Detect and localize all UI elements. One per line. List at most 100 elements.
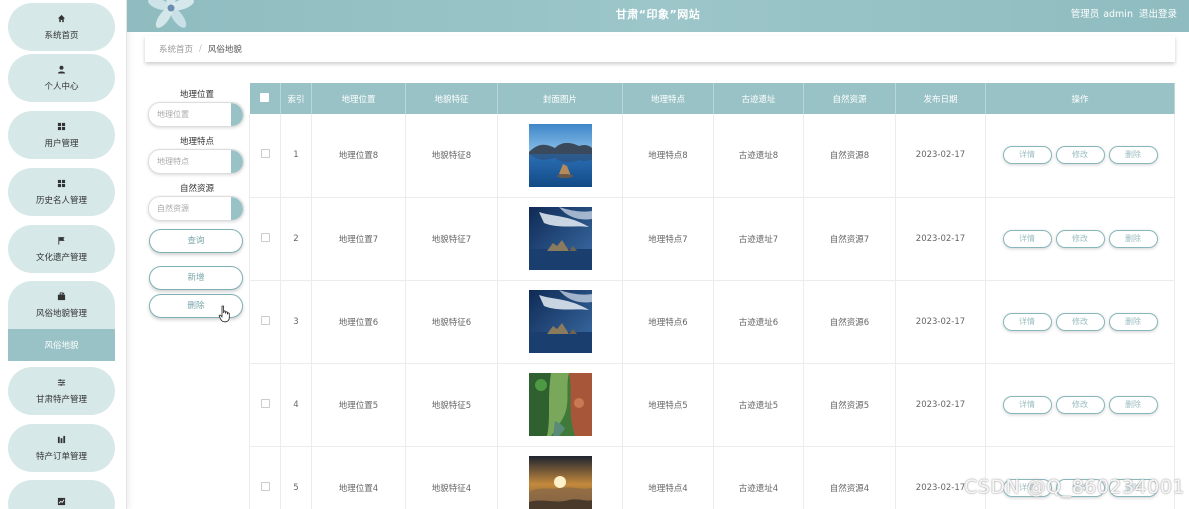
column-header: 古迹遗址: [713, 83, 804, 114]
select-all-checkbox[interactable]: [260, 92, 270, 102]
feature-cell: 地理特点5: [622, 363, 714, 447]
breadcrumb: 系统首页 / 风俗地貌: [145, 36, 1175, 62]
detail-button[interactable]: 详情: [1002, 229, 1052, 248]
site-cell: 古迹遗址8: [713, 114, 804, 198]
row-checkbox[interactable]: [260, 481, 270, 491]
column-header: 发布日期: [895, 83, 986, 114]
row-delete-button[interactable]: 删除: [1108, 312, 1158, 331]
location-cell: 地理位置5: [311, 363, 406, 447]
location-cell: 地理位置7: [311, 197, 406, 281]
location-search-field[interactable]: [148, 102, 244, 127]
landform-cell: 地貌特征5: [405, 363, 498, 447]
sidebar-item-orders[interactable]: 特产订单管理: [8, 424, 115, 472]
actions-cell: 详情 修改 删除: [985, 363, 1175, 447]
landform-cell: 地貌特征7: [405, 197, 498, 281]
location-cell: 地理位置6: [311, 280, 406, 364]
edit-button[interactable]: 修改: [1055, 395, 1105, 414]
index-cell: 3: [280, 280, 312, 364]
table-row: 1 地理位置8 地貌特征8 地理特点8 古迹遗址8 自然资源8 2023-02-…: [249, 114, 1175, 198]
logout-link[interactable]: 退出登录: [1139, 9, 1177, 20]
input-tab-decoration: [231, 103, 243, 126]
site-cell: 古迹遗址7: [713, 197, 804, 281]
date-cell: 2023-02-17: [895, 280, 986, 364]
breadcrumb-current: 风俗地貌: [207, 45, 242, 55]
sidebar-item-specialties[interactable]: 甘肃特产管理: [8, 367, 115, 415]
sidebar-item-label: 历史名人管理: [35, 195, 87, 206]
resource-input[interactable]: [149, 197, 231, 220]
index-cell: 5: [280, 446, 312, 509]
detail-button[interactable]: 详情: [1002, 395, 1052, 414]
column-header: 自然资源: [803, 83, 896, 114]
home-icon: [57, 14, 66, 26]
sidebar-item-users[interactable]: 用户管理: [8, 111, 115, 159]
cover-image-sea-rocks: [528, 290, 592, 353]
column-header: 地理位置: [311, 83, 406, 114]
location-input[interactable]: [149, 103, 231, 126]
column-header: 地理特点: [622, 83, 714, 114]
add-button[interactable]: 新增: [149, 266, 243, 290]
table-header-row: 索引 地理位置 地貌特征 封面图片 地理特点 古迹遗址 自然资源 发布日期 操作: [249, 83, 1175, 114]
chart-icon: [57, 435, 66, 447]
date-cell: 2023-02-17: [895, 197, 986, 281]
row-checkbox[interactable]: [260, 149, 270, 159]
sidebar-item-heritage[interactable]: 文化遗产管理: [8, 225, 115, 273]
date-cell: 2023-02-17: [895, 114, 986, 198]
sidebar-item-customs[interactable]: 风俗地貌管理: [8, 281, 115, 329]
resource-search-field[interactable]: [148, 196, 244, 221]
sidebar-item-label: 用户管理: [44, 138, 79, 149]
user-area: 管理员 admin 退出登录: [1065, 0, 1177, 32]
resource-cell: 自然资源7: [803, 197, 896, 281]
select-all-checkbox-cell[interactable]: [249, 83, 281, 114]
location-cell: 地理位置4: [311, 446, 406, 509]
sidebar-item-profile[interactable]: 个人中心: [8, 54, 115, 102]
search-panel: 地理位置 地理特点 自然资源 查询 新增 删除: [148, 88, 246, 318]
row-delete-button[interactable]: 删除: [1108, 395, 1158, 414]
resource-label: 自然资源: [179, 184, 214, 194]
row-delete-button[interactable]: 删除: [1108, 146, 1158, 165]
index-cell: 2: [280, 197, 312, 281]
sidebar-subitem-customs[interactable]: 风俗地貌: [8, 329, 115, 361]
index-cell: 1: [280, 114, 312, 198]
top-header: 甘肃“印象”网站 管理员 admin 退出登录: [127, 0, 1189, 32]
actions-cell: 详情 修改 删除: [985, 280, 1175, 364]
sliders-icon: [57, 378, 66, 390]
watermark-text: CSDN @Q_860234001: [964, 476, 1185, 498]
feature-input[interactable]: [149, 150, 231, 173]
feature-search-field[interactable]: [148, 149, 244, 174]
cover-image-cell: [497, 446, 623, 509]
detail-button[interactable]: 详情: [1002, 312, 1052, 331]
column-header: 封面图片: [497, 83, 623, 114]
sidebar-item-label: 甘肃特产管理: [35, 394, 87, 405]
query-button[interactable]: 查询: [149, 229, 243, 253]
cover-image-cell: [497, 114, 623, 198]
table-row: 2 地理位置7 地貌特征7 地理特点7 古迹遗址7 自然资源7 2023-02-…: [249, 197, 1175, 281]
feature-cell: 地理特点8: [622, 114, 714, 198]
grid-icon: [57, 122, 66, 134]
input-tab-decoration: [231, 197, 243, 220]
edit-button[interactable]: 修改: [1055, 312, 1105, 331]
column-header: 操作: [985, 83, 1175, 114]
row-checkbox[interactable]: [260, 315, 270, 325]
row-checkbox[interactable]: [260, 398, 270, 408]
row-checkbox[interactable]: [260, 232, 270, 242]
sidebar-item-statistics[interactable]: [8, 480, 115, 509]
column-header: 索引: [280, 83, 312, 114]
edit-button[interactable]: 修改: [1055, 146, 1105, 165]
sidebar-item-label: 个人中心: [44, 81, 79, 92]
site-cell: 古迹遗址5: [713, 363, 804, 447]
sidebar-item-celebrities[interactable]: 历史名人管理: [8, 168, 115, 216]
breadcrumb-home-link[interactable]: 系统首页: [159, 43, 193, 55]
feature-cell: 地理特点4: [622, 446, 714, 509]
feature-label: 地理特点: [179, 137, 214, 147]
input-tab-decoration: [231, 150, 243, 173]
breadcrumb-separator: /: [199, 44, 202, 54]
edit-button[interactable]: 修改: [1055, 229, 1105, 248]
row-delete-button[interactable]: 删除: [1108, 229, 1158, 248]
sidebar-item-home[interactable]: 系统首页: [8, 3, 115, 51]
sidebar-item-label: 系统首页: [44, 30, 79, 41]
site-cell: 古迹遗址4: [713, 446, 804, 509]
sidebar-item-label: 文化遗产管理: [35, 252, 87, 263]
site-cell: 古迹遗址6: [713, 280, 804, 364]
detail-button[interactable]: 详情: [1002, 146, 1052, 165]
resource-cell: 自然资源8: [803, 114, 896, 198]
